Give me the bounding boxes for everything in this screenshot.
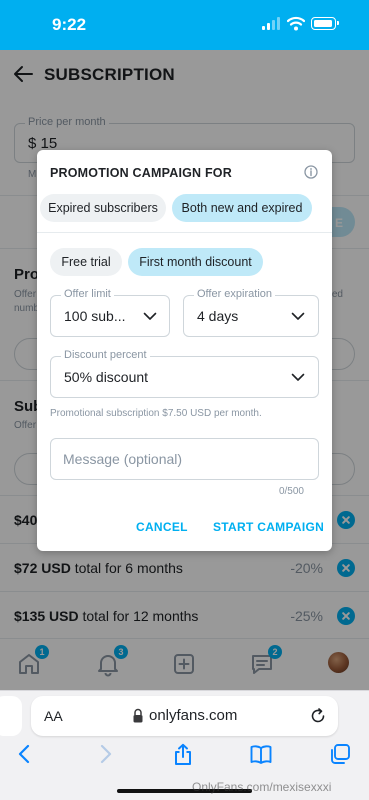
status-time: 9:22 — [52, 15, 87, 34]
message-input[interactable] — [50, 438, 319, 480]
status-bar: 9:22 — [0, 0, 369, 50]
offer-limit-label: Offer limit — [61, 288, 114, 300]
promotion-campaign-dialog: PROMOTION CAMPAIGN FOR Expired subscribe… — [37, 150, 332, 551]
url-text: onlyfans.com — [149, 707, 238, 724]
text-size-button[interactable]: AA — [44, 708, 63, 724]
discount-percent-value: 50% discount — [64, 369, 149, 385]
previous-tab-preview[interactable] — [0, 696, 22, 736]
chevron-down-icon — [291, 373, 305, 381]
cancel-button[interactable]: CANCEL — [136, 520, 188, 534]
reload-icon[interactable] — [310, 708, 326, 724]
chip-first-month-discount[interactable]: First month discount — [128, 248, 263, 276]
message-char-counter: 0/500 — [278, 486, 304, 497]
discount-percent-select[interactable]: Discount percent 50% discount — [50, 349, 319, 398]
discount-percent-label: Discount percent — [61, 349, 150, 361]
cellular-signal-icon — [262, 17, 282, 30]
info-icon[interactable] — [304, 165, 318, 179]
chip-both-new-and-expired[interactable]: Both new and expired — [172, 194, 312, 222]
watermark: OnlyFans.com/mexisexxxi — [192, 780, 332, 794]
chevron-down-icon — [291, 312, 305, 320]
offer-expiration-value: 4 days — [197, 308, 239, 324]
forward-chevron-icon[interactable] — [94, 743, 116, 765]
wifi-icon — [287, 16, 305, 31]
lock-icon — [133, 708, 143, 723]
offer-limit-value: 100 sub... — [64, 308, 126, 324]
offer-expiration-label: Offer expiration — [194, 288, 276, 300]
tabs-icon[interactable] — [329, 743, 351, 765]
bookmarks-icon[interactable] — [250, 743, 272, 765]
chip-expired-subscribers[interactable]: Expired subscribers — [40, 194, 166, 222]
offer-limit-select[interactable]: Offer limit 100 sub... — [50, 288, 170, 337]
share-icon[interactable] — [172, 743, 194, 765]
dialog-divider — [37, 232, 332, 233]
dialog-title: PROMOTION CAMPAIGN FOR — [50, 166, 232, 180]
chevron-down-icon — [143, 312, 157, 320]
promotional-price-helper: Promotional subscription $7.50 USD per m… — [50, 408, 262, 419]
battery-icon — [311, 17, 339, 30]
offer-expiration-select[interactable]: Offer expiration 4 days — [183, 288, 319, 337]
back-chevron-icon[interactable] — [14, 743, 36, 765]
address-bar[interactable]: AA onlyfans.com — [31, 696, 338, 736]
chip-free-trial[interactable]: Free trial — [50, 248, 122, 276]
start-campaign-button[interactable]: START CAMPAIGN — [213, 520, 324, 534]
